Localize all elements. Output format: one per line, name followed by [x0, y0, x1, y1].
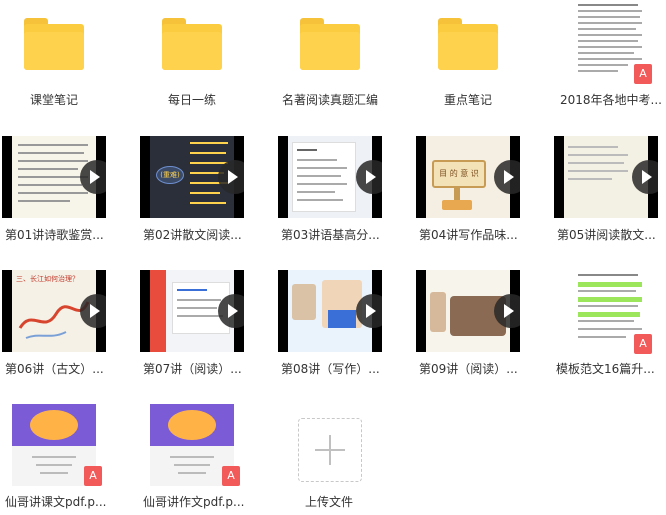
video-item-01[interactable]: 第01讲诗歌鉴赏... — [0, 136, 130, 246]
upload-file-button[interactable]: 上传文件 — [276, 400, 406, 515]
video-item-08[interactable]: 第08讲（写作）... — [276, 270, 406, 380]
play-icon — [494, 160, 520, 194]
file-name: 名著阅读真题汇编 — [281, 93, 378, 107]
video-thumbnail — [140, 270, 244, 352]
file-name: 第02讲散文阅读... — [143, 228, 242, 242]
file-name: 仙哥讲课文pdf.p... — [5, 495, 107, 509]
video-item-04[interactable]: 目 的 意 识 第04讲写作品味... — [414, 136, 544, 246]
play-icon — [494, 294, 520, 328]
file-name: 2018年各地中考... — [560, 93, 662, 107]
file-name: 每日一练 — [167, 93, 216, 107]
video-thumbnail: (重难) — [140, 136, 244, 218]
folder-item-3[interactable]: 名著阅读真题汇编 — [276, 0, 406, 120]
folder-icon — [300, 18, 360, 70]
pdf-icon: A — [84, 466, 102, 486]
file-name: 课堂笔记 — [29, 93, 78, 107]
play-icon — [80, 294, 106, 328]
plus-icon — [298, 418, 362, 482]
file-name: 第07讲（阅读）... — [143, 362, 242, 376]
folder-item-2[interactable]: 每日一练 — [138, 0, 268, 120]
file-name: 第03讲语基高分... — [281, 228, 380, 242]
video-thumbnail — [278, 136, 382, 218]
pdf-item-2018[interactable]: A 2018年各地中考... — [536, 0, 666, 120]
file-name: 模板范文16篇升... — [556, 362, 655, 376]
file-name: 第05讲阅读散文... — [557, 228, 656, 242]
folder-item-1[interactable]: 课堂笔记 — [0, 0, 130, 120]
play-icon — [218, 160, 244, 194]
pdf-item-templates[interactable]: A 模板范文16篇升... — [536, 270, 666, 380]
video-item-07[interactable]: 第07讲（阅读）... — [138, 270, 268, 380]
play-icon — [632, 160, 658, 194]
folder-icon — [24, 18, 84, 70]
file-name: 重点笔记 — [443, 93, 492, 107]
file-name: 第06讲（古文）... — [5, 362, 104, 376]
video-thumbnail — [554, 136, 658, 218]
pdf-icon: A — [634, 64, 652, 84]
video-thumbnail — [278, 270, 382, 352]
folder-icon — [438, 18, 498, 70]
video-thumbnail — [2, 136, 106, 218]
folder-item-4[interactable]: 重点笔记 — [414, 0, 544, 120]
pdf-item-xiange-kewen[interactable]: A 仙哥讲课文pdf.p... — [0, 400, 130, 515]
play-icon — [80, 160, 106, 194]
play-icon — [218, 294, 244, 328]
video-item-03[interactable]: 第03讲语基高分... — [276, 136, 406, 246]
video-item-06[interactable]: 三、长江如何治理？ 第06讲（古文）... — [0, 270, 130, 380]
file-name: 仙哥讲作文pdf.p... — [143, 495, 245, 509]
file-name: 第01讲诗歌鉴赏... — [5, 228, 104, 242]
file-name: 上传文件 — [304, 495, 353, 509]
file-name: 第09讲（阅读）... — [419, 362, 518, 376]
play-icon — [356, 160, 382, 194]
folder-icon — [162, 18, 222, 70]
video-item-02[interactable]: (重难) 第02讲散文阅读... — [138, 136, 268, 246]
sign-board: 目 的 意 识 — [432, 160, 486, 188]
video-item-05[interactable]: 第05讲阅读散文... — [552, 136, 666, 246]
topic-bubble: (重难) — [156, 166, 184, 184]
video-thumbnail: 三、长江如何治理？ — [2, 270, 106, 352]
video-thumbnail: 目 的 意 识 — [416, 136, 520, 218]
pdf-icon: A — [634, 334, 652, 354]
pdf-icon: A — [222, 466, 240, 486]
pdf-item-xiange-zuowen[interactable]: A 仙哥讲作文pdf.p... — [138, 400, 268, 515]
video-item-09[interactable]: 第09讲（阅读）... — [414, 270, 544, 380]
video-thumbnail — [416, 270, 520, 352]
file-name: 第04讲写作品味... — [419, 228, 518, 242]
play-icon — [356, 294, 382, 328]
slide-title: 三、长江如何治理？ — [16, 275, 79, 283]
file-name: 第08讲（写作）... — [281, 362, 380, 376]
